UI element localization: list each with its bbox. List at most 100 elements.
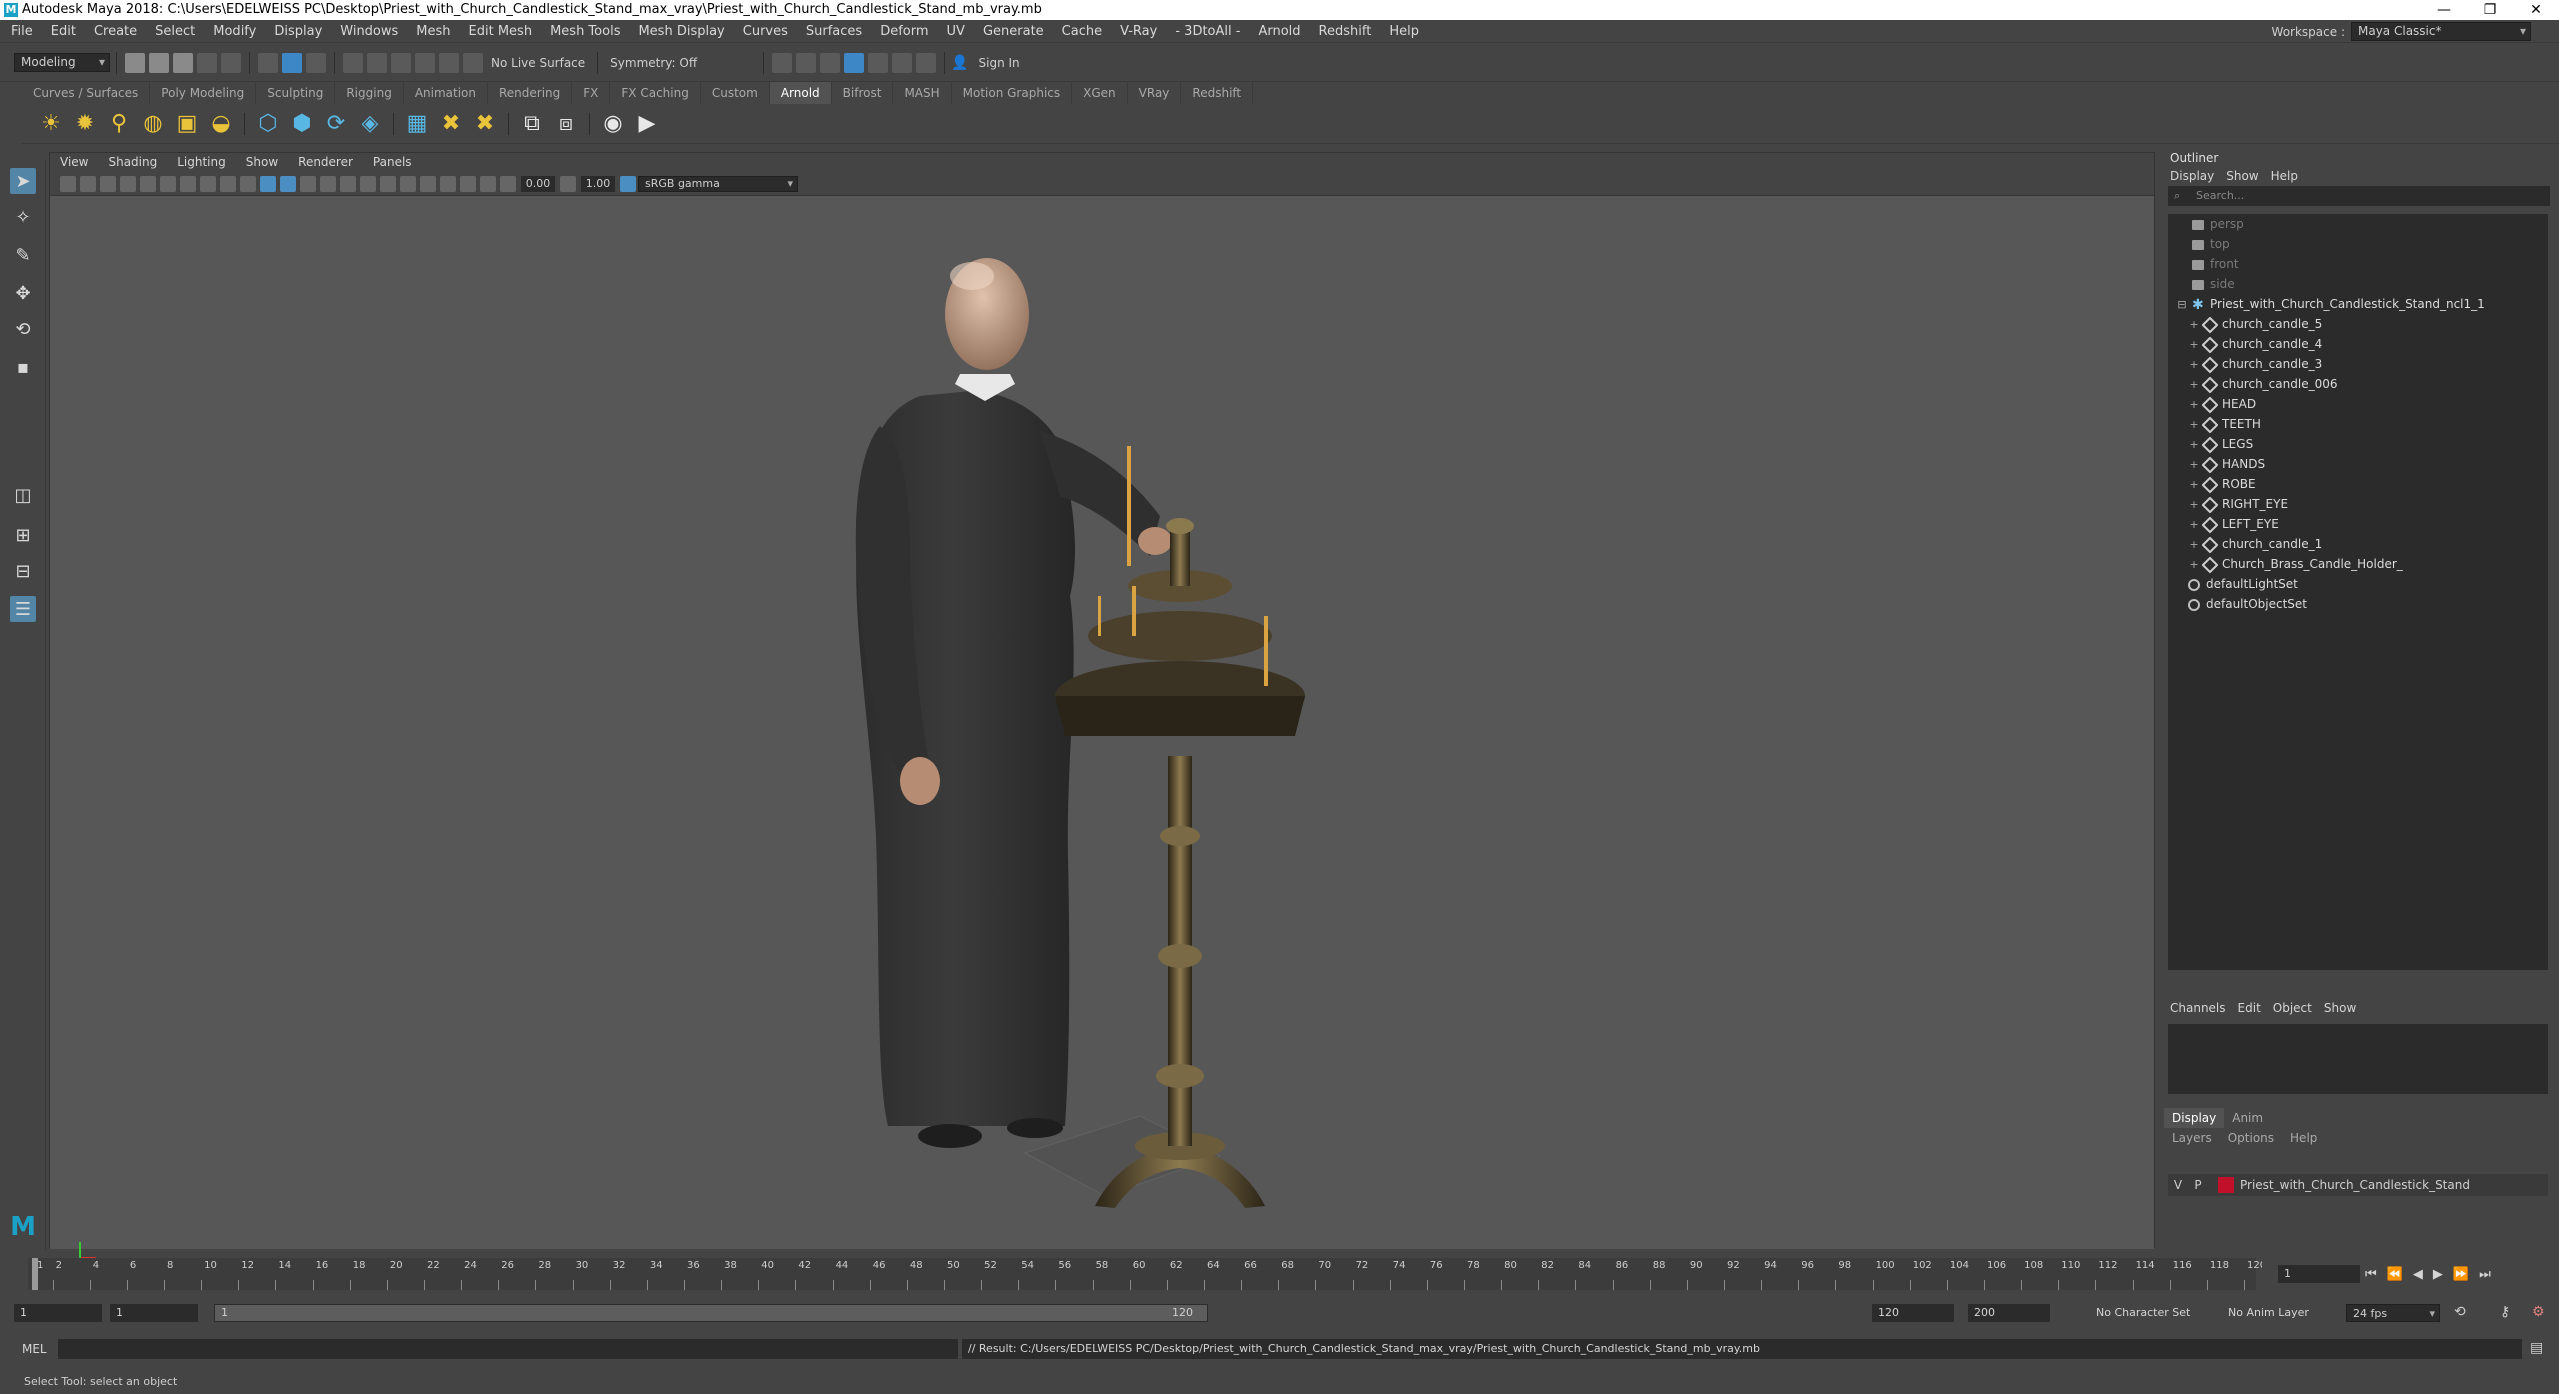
outliner-item[interactable]: + HANDS <box>2168 454 2548 474</box>
shelf-tab-animation[interactable]: Animation <box>404 82 488 104</box>
render-frame-icon[interactable] <box>796 52 817 73</box>
skydome-light-icon[interactable]: ◍ <box>140 111 166 137</box>
channel-box-menu-channels[interactable]: Channels <box>2164 996 2232 1020</box>
viewport-menu-panels[interactable]: Panels <box>363 153 422 172</box>
range-slider-bar[interactable]: 1 120 <box>214 1304 1208 1322</box>
close-button[interactable]: ✕ <box>2513 0 2559 20</box>
channel-box-menu-edit[interactable]: Edit <box>2232 996 2267 1020</box>
wireframe-icon[interactable] <box>260 175 276 192</box>
viewport-menu-view[interactable]: View <box>50 153 98 172</box>
lasso-tool-icon[interactable]: ✧ <box>10 204 36 230</box>
color-management-icon[interactable] <box>620 175 636 192</box>
bookmark-icon[interactable] <box>100 175 116 192</box>
area-light-icon[interactable]: ☀ <box>38 111 64 137</box>
exposure-field[interactable]: 0.00 <box>521 175 555 192</box>
outliner-list[interactable]: persp top front side ⊟ ✱ Priest_with_Church_Ca… <box>2168 214 2548 958</box>
current-time-marker[interactable] <box>32 1258 38 1290</box>
viewport-menu-renderer[interactable]: Renderer <box>288 153 363 172</box>
save-scene-icon[interactable] <box>173 52 193 73</box>
menu-curves[interactable]: Curves <box>734 20 797 43</box>
gamma-field[interactable]: 1.00 <box>581 175 615 192</box>
menu-deform[interactable]: Deform <box>871 20 937 43</box>
default-lighting-icon[interactable] <box>300 175 316 192</box>
outliner-item[interactable]: side <box>2168 274 2548 294</box>
shelf-tab-curves-surfaces[interactable]: Curves / Surfaces <box>22 82 151 104</box>
expand-toggle-icon[interactable]: + <box>2188 395 2200 415</box>
channel-box-menu-show[interactable]: Show <box>2318 996 2362 1020</box>
layer-playback-toggle[interactable]: P <box>2188 1174 2208 1196</box>
menu-mesh[interactable]: Mesh <box>407 20 459 43</box>
expand-toggle-icon[interactable]: + <box>2188 535 2200 555</box>
open-scene-icon[interactable] <box>149 52 169 73</box>
menu-uv[interactable]: UV <box>938 20 974 43</box>
arnold-render-icon[interactable]: ⧉ <box>519 111 545 137</box>
layer-color-swatch[interactable] <box>2218 1177 2234 1193</box>
menu-mesh-display[interactable]: Mesh Display <box>629 20 733 43</box>
animation-preferences-icon[interactable]: ⚙ <box>2532 1304 2545 1320</box>
outliner-item[interactable]: + church_candle_006 <box>2168 374 2548 394</box>
playback-end-field[interactable]: 120 <box>1872 1304 1954 1322</box>
go-to-start-icon[interactable]: ⏮ <box>2365 1267 2377 1282</box>
menu-arnold[interactable]: Arnold <box>1249 20 1309 43</box>
mesh-light-icon[interactable]: ✹ <box>72 111 98 137</box>
use-all-lights-icon[interactable] <box>340 175 356 192</box>
outliner-menu-display[interactable]: Display <box>2164 166 2220 186</box>
view-transform-dropdown[interactable]: sRGB gamma <box>638 175 798 192</box>
menu-edit-mesh[interactable]: Edit Mesh <box>460 20 542 43</box>
shelf-tab-rigging[interactable]: Rigging <box>335 82 404 104</box>
smooth-shade-icon[interactable] <box>280 175 296 192</box>
layer-visibility-toggle[interactable]: V <box>2168 1174 2188 1196</box>
step-back-key-icon[interactable]: ⏪ <box>2387 1267 2403 1282</box>
channel-box-body[interactable] <box>2168 1024 2548 1094</box>
outliner-item[interactable]: + church_candle_3 <box>2168 354 2548 374</box>
outliner-menu-help[interactable]: Help <box>2265 166 2304 186</box>
anim-layer-dropdown[interactable]: No Anim Layer <box>2222 1304 2332 1322</box>
step-back-frame-icon[interactable]: ◀ <box>2413 1267 2423 1282</box>
outliner-item[interactable]: front <box>2168 254 2548 274</box>
shelf-tab-custom[interactable]: Custom <box>701 82 770 104</box>
field-chart-icon[interactable] <box>220 175 236 192</box>
menu-edit[interactable]: Edit <box>42 20 85 43</box>
outliner-item[interactable]: top <box>2168 234 2548 254</box>
flush-all-icon[interactable]: ✖ <box>472 111 498 137</box>
channel-box-menu-object[interactable]: Object <box>2267 996 2318 1020</box>
menu-windows[interactable]: Windows <box>331 20 407 43</box>
menu-help[interactable]: Help <box>1380 20 1428 43</box>
grid-toggle-icon[interactable] <box>140 175 156 192</box>
outliner-item[interactable]: persp <box>2168 214 2548 234</box>
new-scene-icon[interactable] <box>125 52 145 73</box>
rotate-tool-icon[interactable]: ⟲ <box>10 316 36 342</box>
layer-tab-display[interactable]: Display <box>2164 1108 2225 1128</box>
select-hierarchy-icon[interactable] <box>258 52 278 73</box>
gamma-icon[interactable] <box>560 175 576 192</box>
menu-cache[interactable]: Cache <box>1053 20 1111 43</box>
minimize-button[interactable]: — <box>2421 0 2467 20</box>
outliner-menu-show[interactable]: Show <box>2220 166 2264 186</box>
render-setup-icon[interactable] <box>892 52 913 73</box>
go-to-end-icon[interactable]: ⏭ <box>2479 1267 2491 1282</box>
animation-start-field[interactable]: 1 <box>14 1304 102 1322</box>
menu-mesh-tools[interactable]: Mesh Tools <box>541 20 629 43</box>
expand-toggle-icon[interactable]: + <box>2188 355 2200 375</box>
symmetry-dropdown[interactable]: Symmetry: Off <box>610 56 697 70</box>
gate-mask-icon[interactable] <box>200 175 216 192</box>
outliner-item[interactable]: + church_candle_5 <box>2168 314 2548 334</box>
shelf-tab-fx-caching[interactable]: FX Caching <box>610 82 701 104</box>
outliner-item[interactable]: + LEFT_EYE <box>2168 514 2548 534</box>
menu-3dtoall[interactable]: - 3DtoAll - <box>1166 20 1249 43</box>
outliner-item[interactable]: ⊟ ✱ Priest_with_Church_Candlestick_Stand_n… <box>2168 294 2548 314</box>
arnold-ipr-icon[interactable]: ⧈ <box>553 111 579 137</box>
expand-toggle-icon[interactable]: + <box>2188 375 2200 395</box>
render-settings-icon[interactable] <box>844 52 865 73</box>
sign-in-button[interactable]: Sign In <box>979 56 1020 70</box>
exposure-icon[interactable] <box>500 175 516 192</box>
photometric-light-icon[interactable]: ⚲ <box>106 111 132 137</box>
expand-toggle-icon[interactable]: + <box>2188 515 2200 535</box>
expand-toggle-icon[interactable]: ⊟ <box>2176 295 2188 315</box>
layer-menu-layers[interactable]: Layers <box>2164 1128 2220 1148</box>
maximize-button[interactable]: ❐ <box>2467 0 2513 20</box>
film-gate-icon[interactable] <box>160 175 176 192</box>
fps-dropdown[interactable]: 24 fps <box>2346 1304 2440 1322</box>
animation-end-field[interactable]: 200 <box>1968 1304 2050 1322</box>
isolate-select-icon[interactable] <box>440 175 456 192</box>
